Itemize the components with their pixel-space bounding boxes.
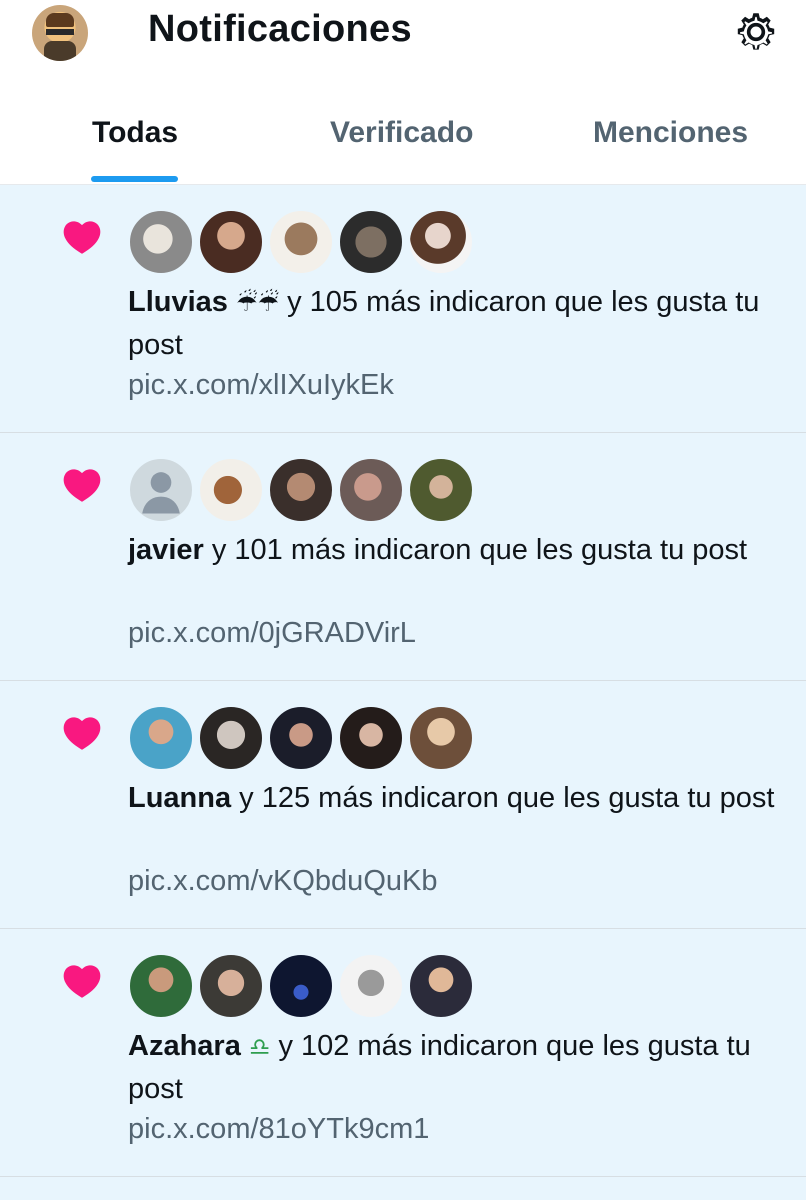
avatar[interactable] [338, 953, 404, 1019]
notification-list: Lluvias ☔☔ y 105 más indicaron que les g… [0, 185, 806, 1200]
post-link[interactable]: pic.x.com/81oYTk9cm1 [128, 1113, 429, 1146]
avatar[interactable] [338, 705, 404, 771]
avatar[interactable] [268, 953, 334, 1019]
heart-icon [63, 469, 101, 502]
notification-text: Lluvias ☔☔ y 105 más indicaron que les g… [128, 286, 760, 361]
avatar[interactable] [198, 209, 264, 275]
avatar[interactable] [198, 705, 264, 771]
avatar[interactable] [408, 209, 474, 275]
post-link[interactable]: pic.x.com/xlIXuIykEk [128, 369, 394, 402]
user-name[interactable]: Lluvias [128, 286, 228, 318]
notification-tabs: Todas Verificado Menciones [0, 96, 806, 185]
page-title: Notificaciones [148, 8, 412, 50]
avatar[interactable] [128, 705, 194, 771]
heart-icon [63, 965, 101, 998]
top-bar: Notificaciones [0, 0, 806, 80]
avatar[interactable] [128, 209, 194, 275]
notification-text: Azahara ♎ y 102 más indicaron que les gu… [128, 1030, 751, 1105]
post-link[interactable]: pic.x.com/0jGRADVirL [128, 617, 416, 650]
avatar[interactable] [268, 457, 334, 523]
avatar[interactable] [198, 953, 264, 1019]
notification-item[interactable]: Azahara ♎ y 102 más indicaron que les gu… [0, 929, 806, 1177]
gear-icon[interactable] [734, 10, 778, 54]
post-link[interactable]: pic.x.com/vKQbduQuKb [128, 865, 437, 898]
avatar[interactable] [268, 209, 334, 275]
notification-text: Luanna y 125 más indicaron que les gusta… [128, 782, 775, 814]
notification-item[interactable]: Lluvias ☔☔ y 105 más indicaron que les g… [0, 185, 806, 433]
tab-verificado[interactable]: Verificado [330, 116, 473, 150]
user-name[interactable]: javier [128, 534, 204, 566]
avatar[interactable] [338, 209, 404, 275]
heart-icon [63, 717, 101, 750]
notification-item[interactable]: Luanna y 125 más indicaron que les gusta… [0, 681, 806, 929]
tab-menciones[interactable]: Menciones [593, 116, 748, 150]
avatar[interactable] [198, 457, 264, 523]
avatar[interactable] [408, 457, 474, 523]
active-tab-indicator [91, 176, 178, 182]
avatar[interactable] [268, 705, 334, 771]
libra-icon: ♎ [248, 1033, 271, 1061]
avatar[interactable] [338, 457, 404, 523]
avatar[interactable] [408, 705, 474, 771]
avatar[interactable] [408, 953, 474, 1019]
tab-todas[interactable]: Todas [92, 116, 178, 150]
notification-item[interactable]: javier y 101 más indicaron que les gusta… [0, 433, 806, 681]
user-name[interactable]: Azahara [128, 1030, 241, 1062]
profile-avatar[interactable] [32, 5, 88, 61]
notification-text: javier y 101 más indicaron que les gusta… [128, 534, 748, 566]
avatar[interactable] [128, 953, 194, 1019]
umbrella-icon: ☔☔ [236, 289, 280, 317]
user-name[interactable]: Luanna [128, 782, 231, 814]
default-avatar-icon[interactable] [128, 457, 194, 523]
heart-icon [63, 221, 101, 254]
